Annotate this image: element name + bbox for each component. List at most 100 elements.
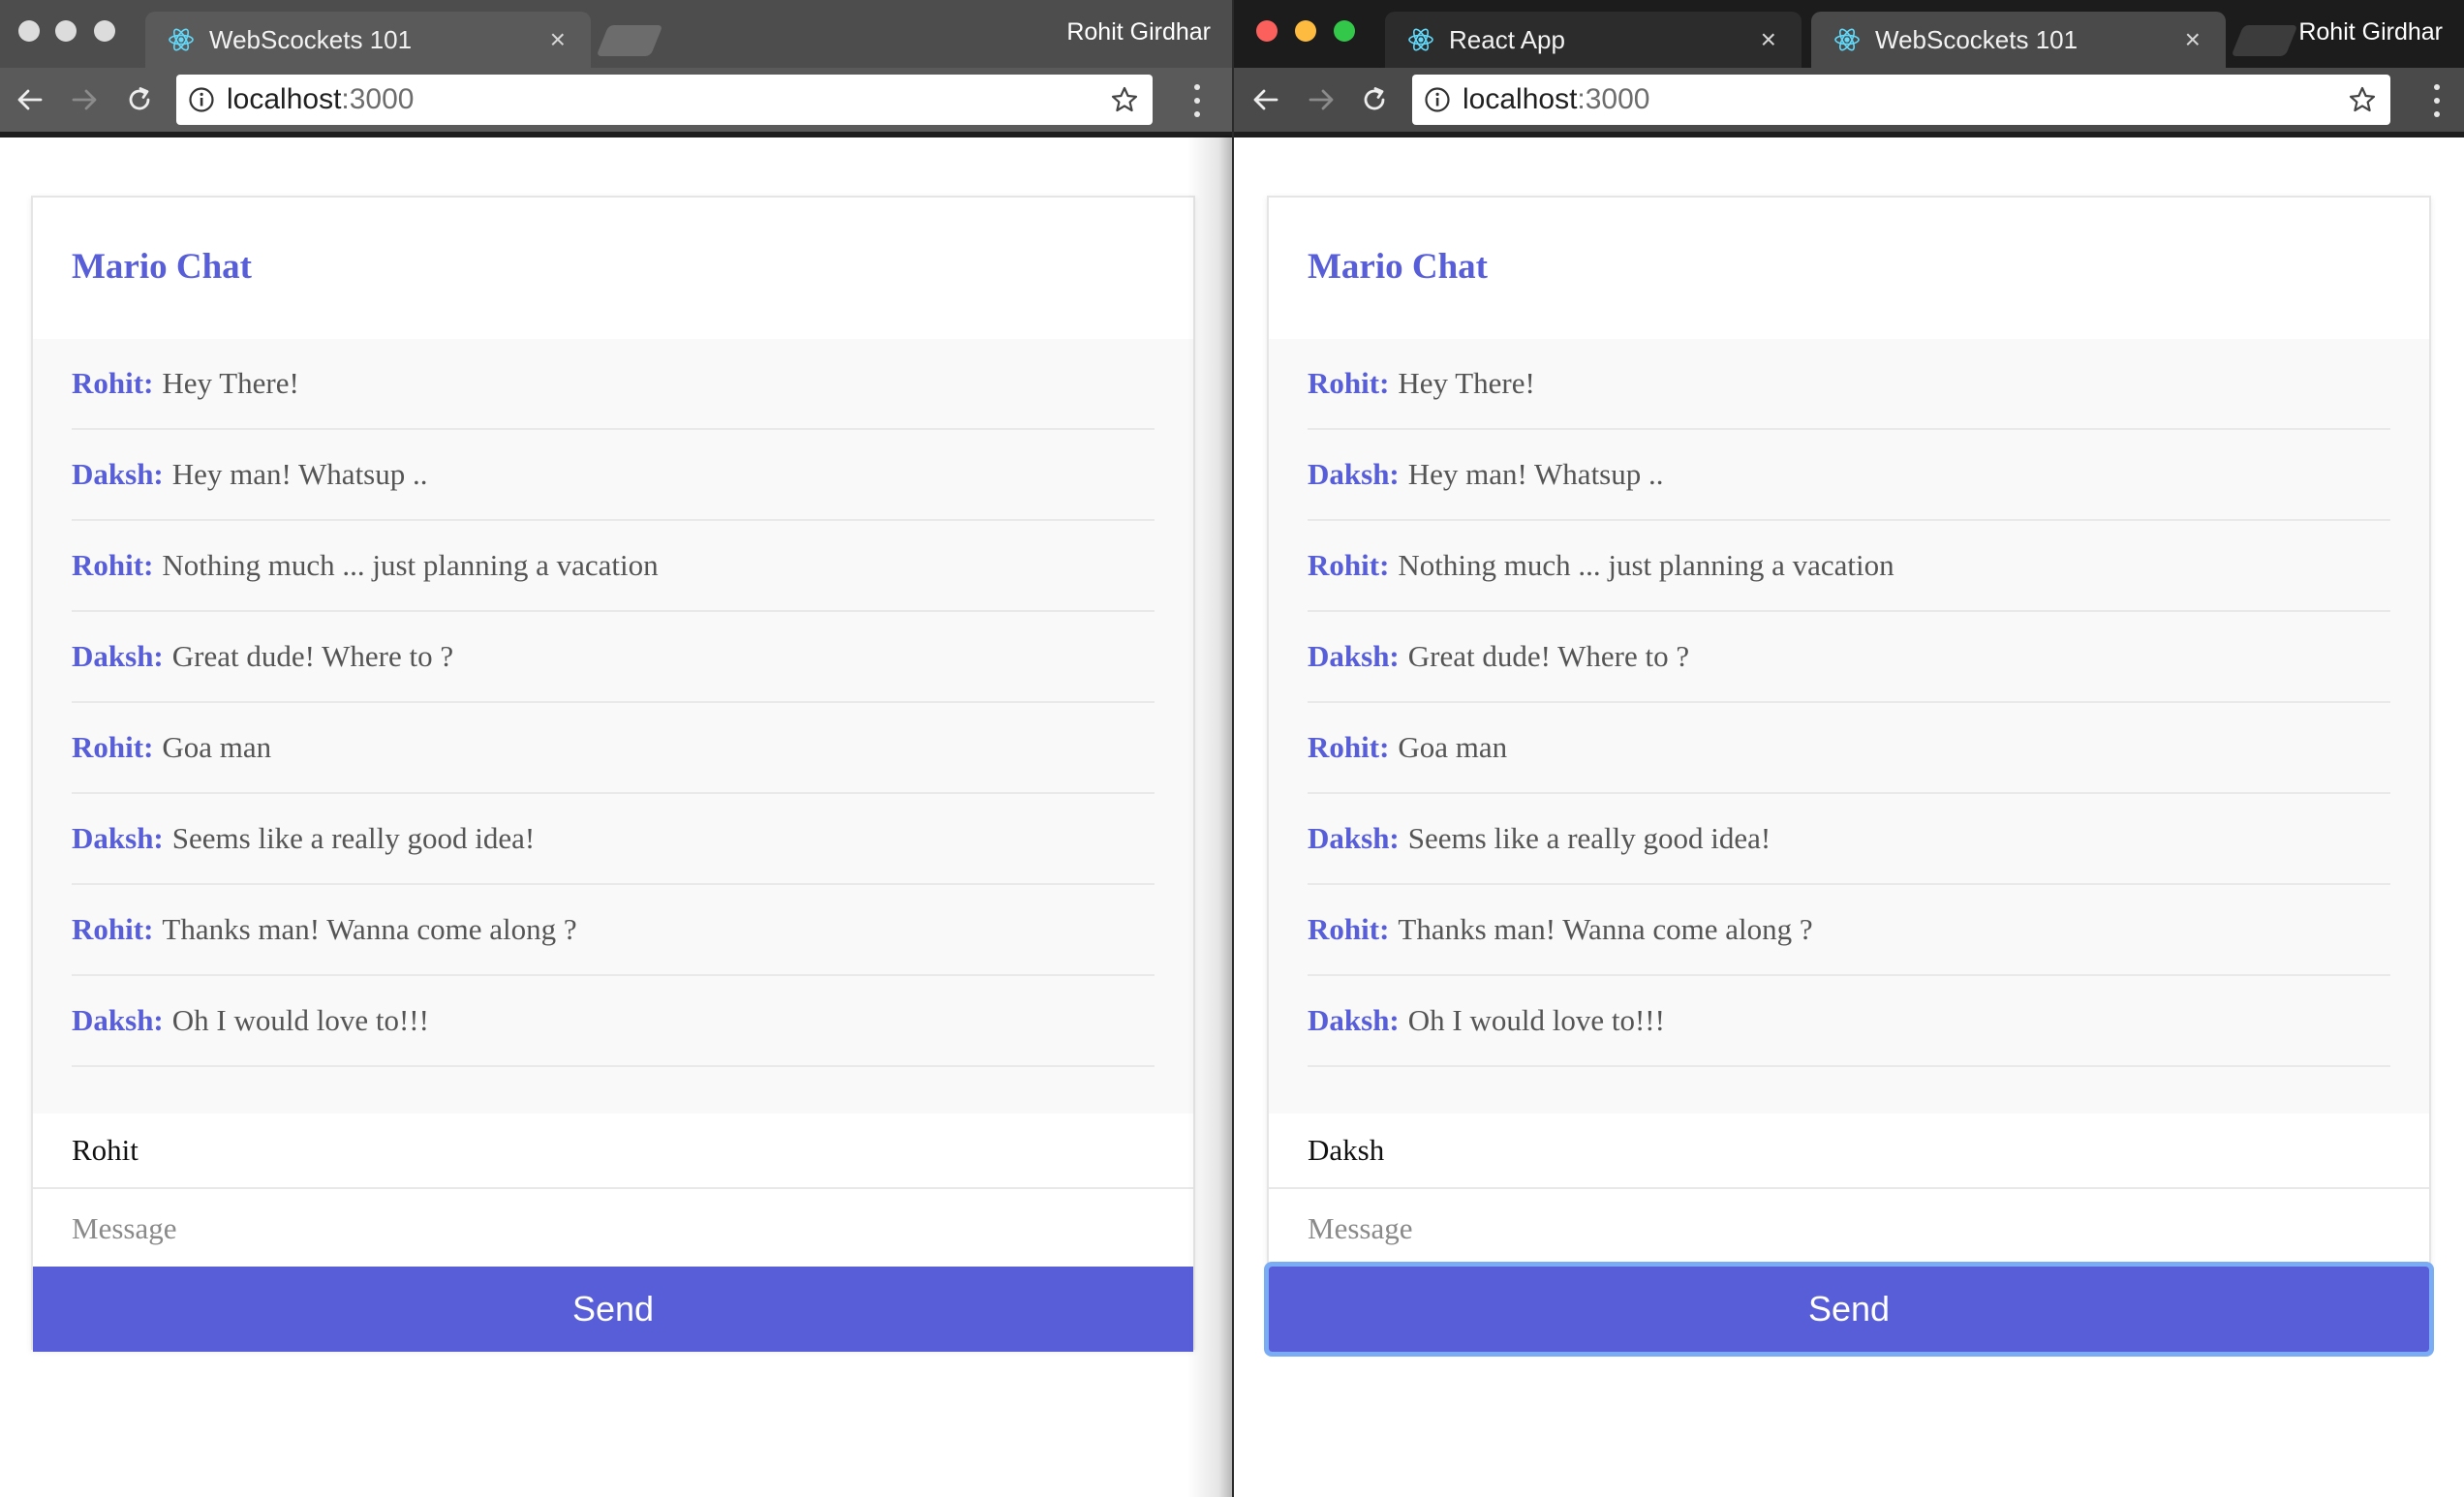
message-author: Daksh:	[1308, 639, 1400, 673]
message-text: Hey There!	[1398, 366, 1535, 400]
tab-webscockets[interactable]: WebScockets 101 ×	[145, 12, 591, 68]
message-author: Rohit:	[72, 548, 154, 582]
chat-message: Rohit: Goa man	[1308, 703, 2390, 794]
forward-button[interactable]	[68, 83, 101, 116]
message-text: Oh I would love to!!!	[171, 1003, 429, 1037]
arrow-right-icon	[72, 89, 97, 110]
chat-title: Mario Chat	[72, 247, 252, 287]
window-edge-shadow	[1187, 136, 1232, 1497]
arrow-right-icon	[1309, 89, 1334, 110]
message-list: Rohit: Hey There! Daksh: Hey man! Whatsup .…	[72, 339, 1155, 1067]
message-author: Rohit:	[1308, 366, 1390, 400]
message-text: Great dude! Where to ?	[171, 639, 454, 673]
close-tab-icon[interactable]: ×	[550, 24, 566, 55]
info-icon[interactable]	[1424, 86, 1451, 113]
url-port: :3000	[341, 83, 415, 115]
message-author: Daksh:	[72, 639, 164, 673]
mario-chat-card: Mario Chat Rohit: Hey There! Daksh: Hey man…	[31, 196, 1195, 1352]
handle-input[interactable]: Daksh	[1269, 1114, 2429, 1189]
message-text: Great dude! Where to ?	[1407, 639, 1690, 673]
zoom-window-button[interactable]	[1334, 20, 1355, 42]
url-port: :3000	[1577, 83, 1650, 115]
zoom-window-button[interactable]	[94, 20, 115, 42]
browser-window-left: WebScockets 101 × Rohit Girdhar localhos…	[0, 0, 1232, 1497]
more-vertical-icon[interactable]	[1191, 84, 1203, 117]
minimize-window-button[interactable]	[1295, 20, 1316, 42]
message-text: Thanks man! Wanna come along ?	[1398, 912, 1813, 946]
chat-message: Rohit: Thanks man! Wanna come along ?	[72, 885, 1155, 976]
tab-title: WebScockets 101	[209, 24, 413, 54]
reload-icon	[1364, 87, 1385, 110]
back-button[interactable]	[14, 83, 46, 116]
message-author: Rohit:	[72, 366, 154, 400]
chat-window: Rohit: Hey There! Daksh: Hey man! Whatsup .…	[1269, 339, 2429, 1114]
tab-title: React App	[1449, 24, 1565, 54]
chat-message: Daksh: Oh I would love to!!!	[72, 976, 1155, 1067]
react-icon	[169, 28, 194, 51]
more-vertical-icon[interactable]	[2431, 84, 2443, 117]
message-text: Hey man! Whatsup ..	[171, 457, 428, 491]
chat-message: Rohit: Nothing much ... just planning a v…	[72, 521, 1155, 612]
handle-input[interactable]: Rohit	[33, 1114, 1193, 1189]
profile-name[interactable]: Rohit Girdhar	[2298, 18, 2443, 46]
new-tab-button[interactable]	[596, 25, 663, 56]
send-button[interactable]: Send	[1264, 1262, 2434, 1357]
url-host: localhost	[1463, 83, 1578, 115]
browser-window-right: React App × WebScockets 101 × Rohit Gird…	[1234, 0, 2464, 1497]
mario-chat-card: Mario Chat Rohit: Hey There! Daksh: Hey man…	[1264, 196, 2434, 1357]
chat-message: Daksh: Great dude! Where to ?	[72, 612, 1155, 703]
chat-message: Daksh: Great dude! Where to ?	[1308, 612, 2390, 703]
url-text: localhost:3000	[1463, 83, 1649, 116]
arrow-left-icon	[1253, 89, 1278, 110]
message-text: Goa man	[1398, 730, 1508, 764]
info-icon[interactable]	[188, 86, 215, 113]
message-author: Rohit:	[1308, 548, 1390, 582]
toolbar-divider	[0, 132, 1232, 137]
reload-button[interactable]	[123, 83, 156, 116]
message-author: Daksh:	[1308, 457, 1400, 491]
chat-message: Daksh: Seems like a really good idea!	[1308, 794, 2390, 885]
message-text: Nothing much ... just planning a vacatio…	[1398, 548, 1894, 582]
close-window-button[interactable]	[18, 20, 40, 42]
message-input[interactable]: Message	[33, 1191, 1193, 1267]
profile-name[interactable]: Rohit Girdhar	[1066, 18, 1211, 46]
chat-message: Rohit: Nothing much ... just planning a v…	[1308, 521, 2390, 612]
address-bar[interactable]: localhost:3000	[176, 75, 1153, 125]
chat-message: Rohit: Hey There!	[1308, 339, 2390, 430]
forward-button[interactable]	[1305, 83, 1338, 116]
close-tab-icon[interactable]: ×	[1761, 24, 1776, 55]
message-input[interactable]: Message	[1269, 1191, 2429, 1267]
close-tab-icon[interactable]: ×	[2185, 24, 2201, 55]
toolbar: localhost:3000	[1234, 68, 2464, 132]
tab-strip: React App × WebScockets 101 × Rohit Gird…	[1234, 0, 2464, 68]
message-author: Rohit:	[1308, 912, 1390, 946]
chat-message: Daksh: Oh I would love to!!!	[1308, 976, 2390, 1067]
address-bar[interactable]: localhost:3000	[1412, 75, 2390, 125]
tab-react-app[interactable]: React App ×	[1385, 12, 1802, 68]
chat-message: Daksh: Hey man! Whatsup ..	[72, 430, 1155, 521]
message-author: Rohit:	[1308, 730, 1390, 764]
reload-icon	[129, 87, 150, 110]
tab-webscockets[interactable]: WebScockets 101 ×	[1811, 12, 2226, 68]
toolbar: localhost:3000	[0, 68, 1232, 132]
chat-message: Rohit: Thanks man! Wanna come along ?	[1308, 885, 2390, 976]
message-text: Seems like a really good idea!	[171, 821, 536, 855]
close-window-button[interactable]	[1256, 20, 1278, 42]
arrow-left-icon	[17, 89, 43, 110]
back-button[interactable]	[1249, 83, 1282, 116]
star-icon[interactable]	[2348, 85, 2377, 114]
new-tab-button[interactable]	[2231, 25, 2298, 56]
message-text: Goa man	[162, 730, 272, 764]
minimize-window-button[interactable]	[55, 20, 77, 42]
send-button[interactable]: Send	[33, 1267, 1193, 1352]
react-icon	[1408, 28, 1433, 51]
chat-message: Daksh: Hey man! Whatsup ..	[1308, 430, 2390, 521]
message-text: Hey man! Whatsup ..	[1407, 457, 1664, 491]
message-text: Hey There!	[162, 366, 299, 400]
chat-message: Daksh: Seems like a really good idea!	[72, 794, 1155, 885]
star-icon[interactable]	[1110, 85, 1139, 114]
message-text: Oh I would love to!!!	[1407, 1003, 1665, 1037]
url-text: localhost:3000	[227, 83, 414, 116]
reload-button[interactable]	[1358, 83, 1391, 116]
react-icon	[1834, 28, 1860, 51]
